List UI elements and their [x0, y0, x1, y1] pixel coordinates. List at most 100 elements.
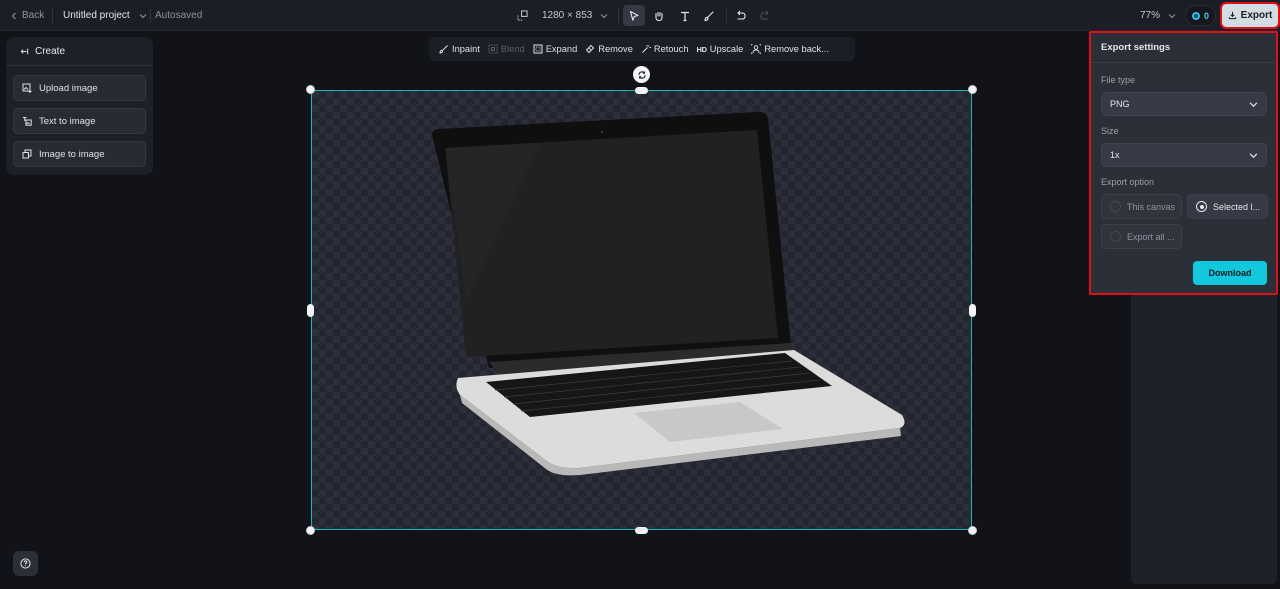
- download-icon: [1228, 11, 1236, 20]
- retouch-button[interactable]: Retouch: [637, 37, 693, 61]
- upload-image-icon: [22, 83, 32, 93]
- radio-unchecked-icon: [1110, 231, 1121, 242]
- export-settings-panel: Export settings File type PNG Size 1x Ex…: [1089, 31, 1278, 295]
- remove-background-button[interactable]: Remove back...: [747, 37, 833, 61]
- divider: [726, 9, 727, 23]
- retouch-label: Retouch: [653, 44, 689, 54]
- inpaint-label: Inpaint: [452, 44, 480, 54]
- chevron-down-icon: [139, 13, 147, 18]
- export-settings-title: Export settings: [1091, 33, 1276, 63]
- upload-image-label: Upload image: [39, 82, 98, 94]
- resize-handle-left[interactable]: [307, 304, 314, 317]
- export-option-export-all[interactable]: Export all ...: [1101, 224, 1182, 249]
- undo-button[interactable]: [730, 5, 752, 26]
- zoom-dropdown[interactable]: 77%: [1140, 0, 1176, 31]
- redo-button[interactable]: [754, 5, 776, 26]
- canvas-size-control[interactable]: 1280 × 853: [517, 0, 608, 31]
- chevron-down-icon: [1249, 101, 1258, 107]
- export-option-this-canvas[interactable]: This canvas: [1101, 194, 1182, 219]
- inpaint-icon: [439, 45, 448, 54]
- back-label: Back: [22, 10, 45, 21]
- select-tool[interactable]: [623, 5, 645, 26]
- help-button[interactable]: [13, 551, 38, 576]
- upload-image-button[interactable]: Upload image: [13, 75, 146, 101]
- option-label: This canvas: [1127, 201, 1176, 212]
- canvas-size-value: 1280 × 853: [542, 10, 593, 21]
- remove-background-icon: [751, 44, 762, 54]
- resize-handle-bottom-right[interactable]: [968, 526, 977, 535]
- hand-tool[interactable]: [648, 5, 670, 26]
- brush-tool[interactable]: [698, 5, 720, 26]
- redo-icon: [760, 10, 769, 20]
- resize-handle-top[interactable]: [635, 87, 648, 94]
- collapse-left-icon: [20, 48, 29, 54]
- expand-button[interactable]: Expand: [529, 37, 582, 61]
- export-option-selected-layer[interactable]: Selected l...: [1187, 194, 1268, 219]
- resize-handle-bottom-left[interactable]: [306, 526, 315, 535]
- resize-icon: [517, 10, 528, 21]
- file-type-label: File type: [1101, 75, 1136, 85]
- project-name-dropdown[interactable]: Untitled project: [63, 0, 147, 31]
- size-label: Size: [1101, 126, 1119, 136]
- remove-label: Remove: [598, 44, 633, 54]
- file-type-select[interactable]: PNG: [1101, 92, 1267, 116]
- text-tool[interactable]: [674, 5, 696, 26]
- credit-coin-icon: [1191, 11, 1200, 20]
- blend-button[interactable]: Blend: [484, 37, 529, 61]
- text-to-image-label: Text to image: [39, 115, 96, 127]
- eraser-icon: [586, 44, 595, 54]
- undo-icon: [737, 10, 746, 20]
- option-label: Export all ...: [1127, 231, 1175, 242]
- webcam: [600, 130, 604, 134]
- right-side-panel: [1131, 295, 1277, 584]
- save-status: Autosaved: [155, 10, 203, 21]
- rotate-icon: [638, 70, 645, 79]
- resize-handle-bottom[interactable]: [635, 527, 648, 534]
- brush-icon: [704, 10, 714, 21]
- back-button[interactable]: Back: [10, 0, 44, 31]
- option-label: Selected l...: [1213, 201, 1261, 212]
- chevron-down-icon: [600, 13, 608, 18]
- size-value: 1x: [1110, 150, 1120, 160]
- inpaint-button[interactable]: Inpaint: [435, 37, 484, 61]
- help-icon: [20, 558, 31, 569]
- export-option-label: Export option: [1101, 177, 1155, 187]
- create-panel-header[interactable]: Create: [6, 37, 153, 66]
- chevron-down-icon: [1249, 152, 1258, 158]
- cursor-icon: [629, 10, 639, 21]
- blend-label: Blend: [500, 44, 525, 54]
- size-select[interactable]: 1x: [1101, 143, 1267, 167]
- upscale-button[interactable]: HD Upscale: [693, 37, 748, 61]
- chevron-down-icon: [1168, 13, 1176, 18]
- expand-icon: [533, 44, 543, 54]
- text-to-image-button[interactable]: Text to image: [13, 108, 146, 134]
- remove-button[interactable]: Remove: [581, 37, 637, 61]
- laptop-image[interactable]: [420, 100, 920, 480]
- resize-handle-right[interactable]: [969, 304, 976, 317]
- radio-unchecked-icon: [1110, 201, 1121, 212]
- download-button[interactable]: Download: [1193, 261, 1267, 285]
- create-panel: Create Upload image Text to image Image …: [6, 37, 153, 175]
- upscale-label: Upscale: [709, 44, 744, 54]
- remove-background-label: Remove back...: [764, 44, 829, 54]
- radio-checked-icon: [1196, 201, 1207, 212]
- top-bar: Back Untitled project Autosaved 1280 × 8…: [0, 0, 1280, 31]
- create-title: Create: [35, 45, 66, 57]
- image-to-image-label: Image to image: [39, 148, 105, 160]
- resize-handle-top-left[interactable]: [306, 85, 315, 94]
- rotate-handle[interactable]: [633, 66, 650, 83]
- divider: [52, 9, 53, 23]
- credits-badge[interactable]: 0: [1185, 5, 1216, 26]
- image-to-image-button[interactable]: Image to image: [13, 141, 146, 167]
- export-label: Export: [1240, 10, 1273, 21]
- divider: [150, 9, 151, 23]
- hd-icon: HD: [696, 44, 708, 54]
- text-to-image-icon: [23, 117, 32, 126]
- export-button[interactable]: Export: [1220, 2, 1280, 29]
- image-to-image-icon: [22, 149, 32, 159]
- divider: [618, 9, 619, 23]
- text-icon: [681, 11, 689, 21]
- project-name: Untitled project: [63, 10, 130, 21]
- magic-wand-icon: [642, 45, 651, 53]
- resize-handle-top-right[interactable]: [968, 85, 977, 94]
